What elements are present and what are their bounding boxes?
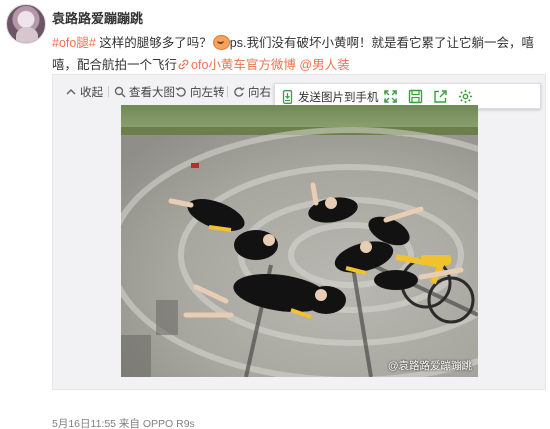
collapse-label: 收起 bbox=[80, 87, 103, 99]
divider bbox=[169, 86, 170, 97]
rotate-right-icon bbox=[234, 87, 245, 97]
post-photo[interactable]: @袁路路爱蹦蹦跳 bbox=[121, 105, 478, 377]
collapse-button[interactable]: 收起 bbox=[65, 84, 103, 100]
post-meta: 5月16日11:55 来自 OPPO R9s bbox=[52, 418, 195, 429]
username[interactable]: 袁路路爱蹦蹦跳 bbox=[52, 8, 143, 27]
media-card: 收起 查看大图 向左转 向右 发送图片到手机 @袁路路爱蹦蹦跳 bbox=[52, 74, 546, 390]
link-wrapper: ofo小黄车官方微博 bbox=[177, 58, 296, 72]
fullscreen-icon[interactable] bbox=[383, 89, 398, 104]
post-text: #ofo腿# 这样的腿够多了吗？ ps.我们没有破坏小黄啊！就是看它累了让它躺一会… bbox=[52, 32, 546, 76]
hashtag-link[interactable]: #ofo腿# bbox=[52, 36, 96, 50]
emoji-icon bbox=[212, 34, 230, 50]
photo-watermark: @袁路路爱蹦蹦跳 bbox=[387, 360, 472, 372]
link-icon bbox=[178, 59, 189, 70]
rotate-right-button[interactable]: 向右 bbox=[233, 84, 271, 100]
share-icon[interactable] bbox=[433, 89, 448, 104]
phone-icon bbox=[282, 90, 293, 104]
avatar[interactable] bbox=[6, 4, 46, 44]
save-icon[interactable] bbox=[408, 89, 423, 104]
mention-link[interactable]: @男人装 bbox=[299, 58, 349, 72]
rotate-left-label: 向左转 bbox=[190, 87, 225, 99]
settings-icon[interactable] bbox=[458, 89, 473, 104]
photo-scene bbox=[121, 105, 478, 377]
rotate-right-label: 向右 bbox=[248, 87, 271, 99]
divider bbox=[108, 86, 109, 97]
search-icon bbox=[114, 86, 126, 98]
rotate-left-button[interactable]: 向左转 bbox=[175, 84, 225, 100]
divider bbox=[227, 86, 228, 97]
ofo-official-link[interactable]: ofo小黄车官方微博 bbox=[191, 58, 296, 72]
view-large-button[interactable]: 查看大图 bbox=[114, 84, 175, 100]
send-to-phone-label: 发送图片到手机 bbox=[298, 92, 379, 104]
collapse-icon bbox=[66, 88, 76, 95]
rotate-left-icon bbox=[175, 87, 186, 97]
media-toolbar: 收起 查看大图 向左转 向右 发送图片到手机 bbox=[53, 75, 545, 109]
send-to-phone-button[interactable]: 发送图片到手机 bbox=[281, 89, 379, 105]
post-text-part-1: 这样的腿够多了吗？ bbox=[95, 36, 212, 50]
